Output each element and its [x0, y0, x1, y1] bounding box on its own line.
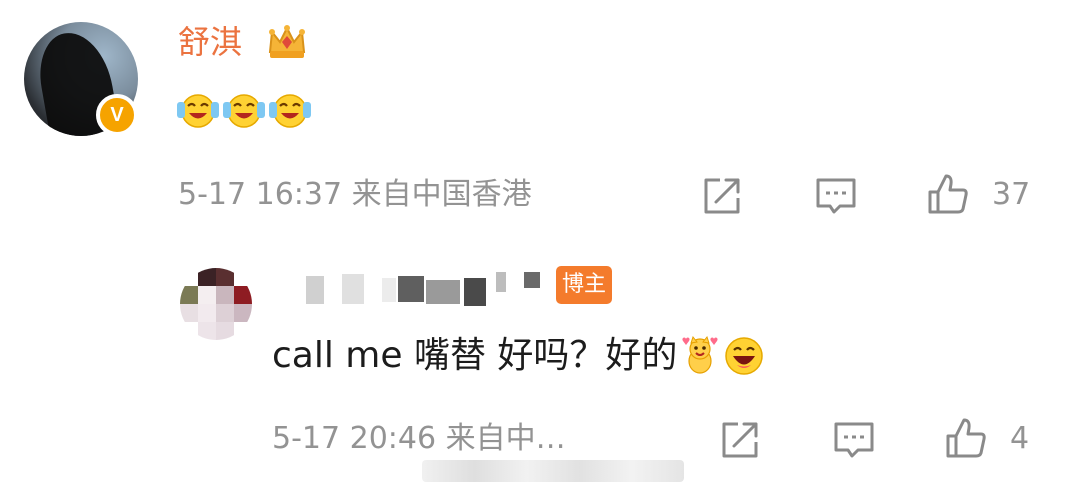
- reply-comment-icon[interactable]: [832, 418, 876, 462]
- comment-meta: 5-17 16:37 来自中国香港: [178, 176, 532, 214]
- crown-icon: [268, 25, 306, 58]
- commenter-username[interactable]: 舒淇: [178, 24, 242, 60]
- verified-icon: V: [96, 94, 138, 136]
- like-icon[interactable]: [926, 172, 970, 216]
- reply-timestamp: 5-17 20:46: [272, 421, 437, 456]
- laugh-cry-emoji: [269, 94, 311, 128]
- comment-like-count: 37: [992, 177, 1031, 212]
- cheering-cat-emoji: [682, 335, 718, 374]
- laughing-face-emoji: [725, 337, 764, 375]
- comment-location: 来自中国香港: [351, 177, 532, 212]
- share-icon[interactable]: [700, 174, 744, 218]
- author-badge: 博主: [556, 266, 612, 304]
- reply-share-icon[interactable]: [718, 418, 762, 462]
- reply-username-blurred[interactable]: [306, 270, 542, 306]
- laugh-cry-emoji: [223, 94, 265, 128]
- reply-location: 来自中…: [445, 421, 566, 456]
- comment-timestamp: 5-17 16:37: [178, 177, 343, 212]
- reply-like-count: 4: [1010, 421, 1030, 456]
- reply-text: call me 嘴替 好吗？好的: [272, 335, 678, 376]
- comment-emoji-row: [176, 90, 312, 130]
- comment-thread: V 舒淇 5-17 16:37 来自中国香港 37 博主 call me 嘴替 …: [0, 0, 1068, 496]
- reply-meta: 5-17 20:46 来自中…: [272, 420, 566, 458]
- comment-icon[interactable]: [814, 174, 858, 218]
- reply-avatar[interactable]: [180, 268, 252, 340]
- laugh-cry-emoji: [177, 94, 219, 128]
- reply-like-icon[interactable]: [944, 416, 988, 460]
- reply-content: call me 嘴替 好吗？好的: [272, 334, 765, 378]
- watermark: [422, 460, 684, 482]
